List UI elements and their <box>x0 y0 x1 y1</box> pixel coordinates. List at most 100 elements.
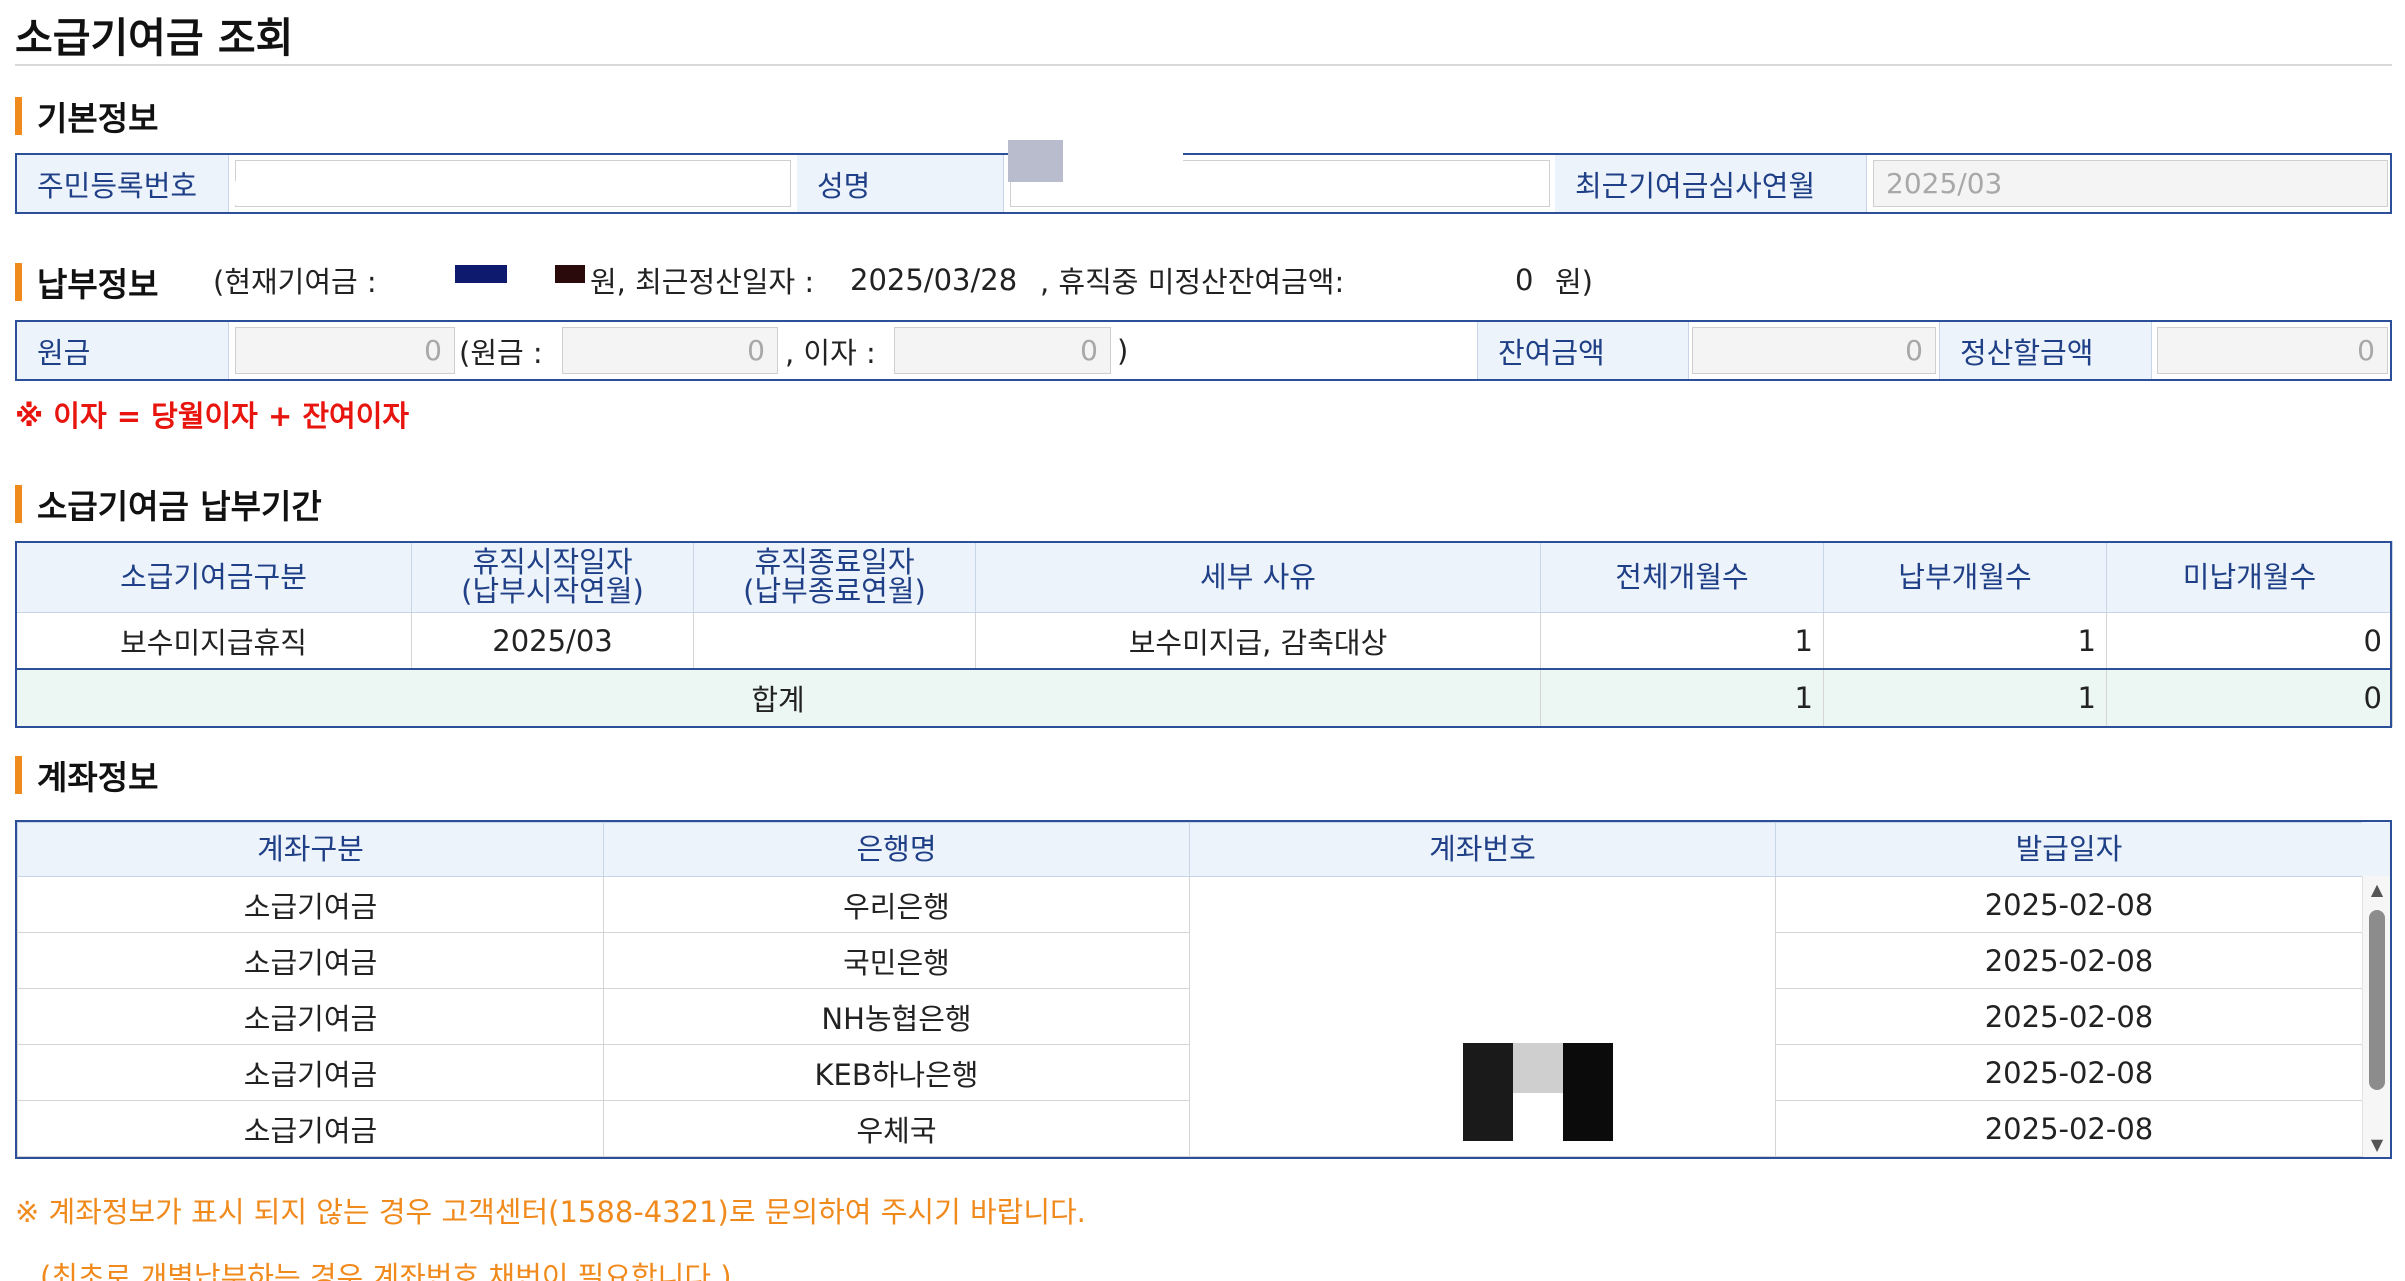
col-kind: 계좌구분 <box>17 822 604 877</box>
redaction-block <box>1463 1043 1513 1141</box>
section-payment-info: 납부정보 <box>15 262 158 304</box>
unsettled-value: 0 <box>1515 263 1534 297</box>
col-type: 소급기여금구분 <box>15 541 412 613</box>
payment-summary-prefix: (현재기여금 : <box>213 265 377 299</box>
col-reason: 세부 사유 <box>975 541 1541 613</box>
cell-date: 2025-02-08 <box>1775 1100 2363 1157</box>
redaction-block <box>1563 1043 1613 1141</box>
cell-kind: 소급기여금 <box>17 1044 604 1101</box>
section-title-account: 계좌정보 <box>37 758 159 797</box>
payment-summary-suffix: 원) <box>1555 265 1593 299</box>
section-marker <box>15 485 22 523</box>
balance-field[interactable]: 0 <box>1692 327 1936 374</box>
cell-bank: NH농협은행 <box>603 988 1190 1045</box>
redaction-block <box>1063 140 1183 200</box>
principal-inner-field[interactable]: 0 <box>562 327 778 374</box>
period-header-row: 소급기여금구분 휴직시작일자 (납부시작연월) 휴직종료일자 (납부종료연월) 세부… <box>15 541 2393 613</box>
cell-paid: 1 <box>1823 612 2107 670</box>
section-marker <box>15 97 22 135</box>
section-title-payment: 납부정보 <box>37 265 159 304</box>
col-bank: 은행명 <box>603 822 1190 877</box>
table-row[interactable]: 소급기여금 우리은행 2025-02-08 <box>17 876 2363 1157</box>
col-unpaid: 미납개월수 <box>2106 541 2393 613</box>
col-issue-date: 발급일자 <box>1775 822 2363 877</box>
cell-bank: 우리은행 <box>603 876 1190 933</box>
cell-start-link[interactable]: 2025/03 <box>411 612 694 670</box>
col-start-line1: 휴직시작일자 <box>472 545 633 579</box>
account-header-row: 계좌구분 은행명 계좌번호 발급일자 <box>17 822 2363 877</box>
section-title-period: 소급기여금 납부기간 <box>37 487 322 526</box>
name-label: 성명 <box>797 155 1004 212</box>
cell-type: 보수미지급휴직 <box>15 612 412 670</box>
resident-no-label: 주민등록번호 <box>17 155 229 212</box>
col-paid: 납부개월수 <box>1823 541 2107 613</box>
cell-bank: 우체국 <box>603 1100 1190 1157</box>
scroll-thumb[interactable] <box>2369 910 2385 1090</box>
cell-date: 2025-02-08 <box>1775 932 2363 989</box>
period-table: 소급기여금구분 휴직시작일자 (납부시작연월) 휴직종료일자 (납부종료연월) 세부… <box>15 541 2393 727</box>
col-start-line2: (납부시작연월) <box>461 574 644 608</box>
col-start: 휴직시작일자 (납부시작연월) <box>411 541 694 613</box>
cell-date: 2025-02-08 <box>1775 876 2363 933</box>
redaction-block <box>1513 1043 1563 1093</box>
recent-settle-date: 2025/03/28 <box>850 263 1018 297</box>
sum-unpaid: 0 <box>2106 669 2393 727</box>
cell-date: 2025-02-08 <box>1775 1044 2363 1101</box>
interest-label: , 이자 : <box>785 335 876 370</box>
settle-field[interactable]: 0 <box>2157 327 2388 374</box>
section-account-info: 계좌정보 <box>15 755 158 797</box>
cell-date: 2025-02-08 <box>1775 988 2363 1045</box>
redaction-block <box>1008 140 1063 182</box>
payment-info-form: 원금 0 (원금 : 0 , 이자 : 0 ) 잔여금액 0 정산할금액 0 <box>15 320 2392 381</box>
payment-summary-won: 원, 최근정산일자 : <box>590 265 815 299</box>
col-end-line1: 휴직종료일자 <box>754 545 915 579</box>
section-period: 소급기여금 납부기간 <box>15 484 322 526</box>
redaction-block <box>455 265 507 283</box>
interest-formula-note: ※ 이자 = 당월이자 + 잔여이자 <box>15 399 410 433</box>
unsettled-label: , 휴직중 미정산잔여금액: <box>1040 265 1345 299</box>
cell-bank: KEB하나은행 <box>603 1044 1190 1101</box>
account-scrollbar[interactable]: ▲ ▼ <box>2362 876 2390 1157</box>
cell-total: 1 <box>1540 612 1824 670</box>
account-table-container[interactable]: 계좌구분 은행명 계좌번호 발급일자 소급기여금 우리은행 2025-02-08… <box>15 820 2392 1159</box>
scroll-down-arrow-icon[interactable]: ▼ <box>2363 1133 2390 1155</box>
principal-label: 원금 <box>17 322 229 379</box>
cell-bank: 국민은행 <box>603 932 1190 989</box>
principal-open-label: (원금 : <box>459 335 543 370</box>
table-row[interactable]: 보수미지급휴직 2025/03 보수미지급, 감축대상 1 1 0 <box>15 612 2393 670</box>
principal-field[interactable]: 0 <box>235 327 455 374</box>
cell-end <box>693 612 976 670</box>
account-table: 계좌구분 은행명 계좌번호 발급일자 소급기여금 우리은행 2025-02-08… <box>17 822 2363 1157</box>
sum-paid: 1 <box>1823 669 2107 727</box>
redaction-block <box>230 181 650 205</box>
close-paren: ) <box>1117 333 1129 368</box>
scroll-up-arrow-icon[interactable]: ▲ <box>2363 878 2390 900</box>
sum-row-divider <box>15 668 2392 670</box>
section-marker <box>15 756 22 794</box>
cell-kind: 소급기여금 <box>17 932 604 989</box>
cell-kind: 소급기여금 <box>17 876 604 933</box>
sum-row: 합계 1 1 0 <box>15 669 2393 727</box>
cell-kind: 소급기여금 <box>17 1100 604 1157</box>
redaction-block <box>555 265 585 283</box>
cell-unpaid: 0 <box>2106 612 2393 670</box>
page-title: 소급기여금 조회 <box>15 14 294 62</box>
sum-total: 1 <box>1540 669 1824 727</box>
recent-review-field[interactable]: 2025/03 <box>1873 160 2388 207</box>
account-note-1: ※ 계좌정보가 표시 되지 않는 경우 고객센터(1588-4321)로 문의하… <box>15 1195 1086 1229</box>
sum-label: 합계 <box>15 669 1541 727</box>
interest-field[interactable]: 0 <box>894 327 1111 374</box>
col-total: 전체개월수 <box>1540 541 1824 613</box>
section-basic-info: 기본정보 <box>15 96 158 138</box>
section-title-basic: 기본정보 <box>37 99 159 138</box>
scrollbar-header-cap <box>2362 822 2390 876</box>
balance-label: 잔여금액 <box>1477 322 1689 379</box>
section-marker <box>15 263 22 301</box>
title-divider <box>15 64 2392 66</box>
cell-reason: 보수미지급, 감축대상 <box>975 612 1541 670</box>
col-end-line2: (납부종료연월) <box>743 574 926 608</box>
recent-review-label: 최근기여금심사연월 <box>1555 155 1867 212</box>
col-number: 계좌번호 <box>1189 822 1776 877</box>
cell-kind: 소급기여금 <box>17 988 604 1045</box>
col-end: 휴직종료일자 (납부종료연월) <box>693 541 976 613</box>
